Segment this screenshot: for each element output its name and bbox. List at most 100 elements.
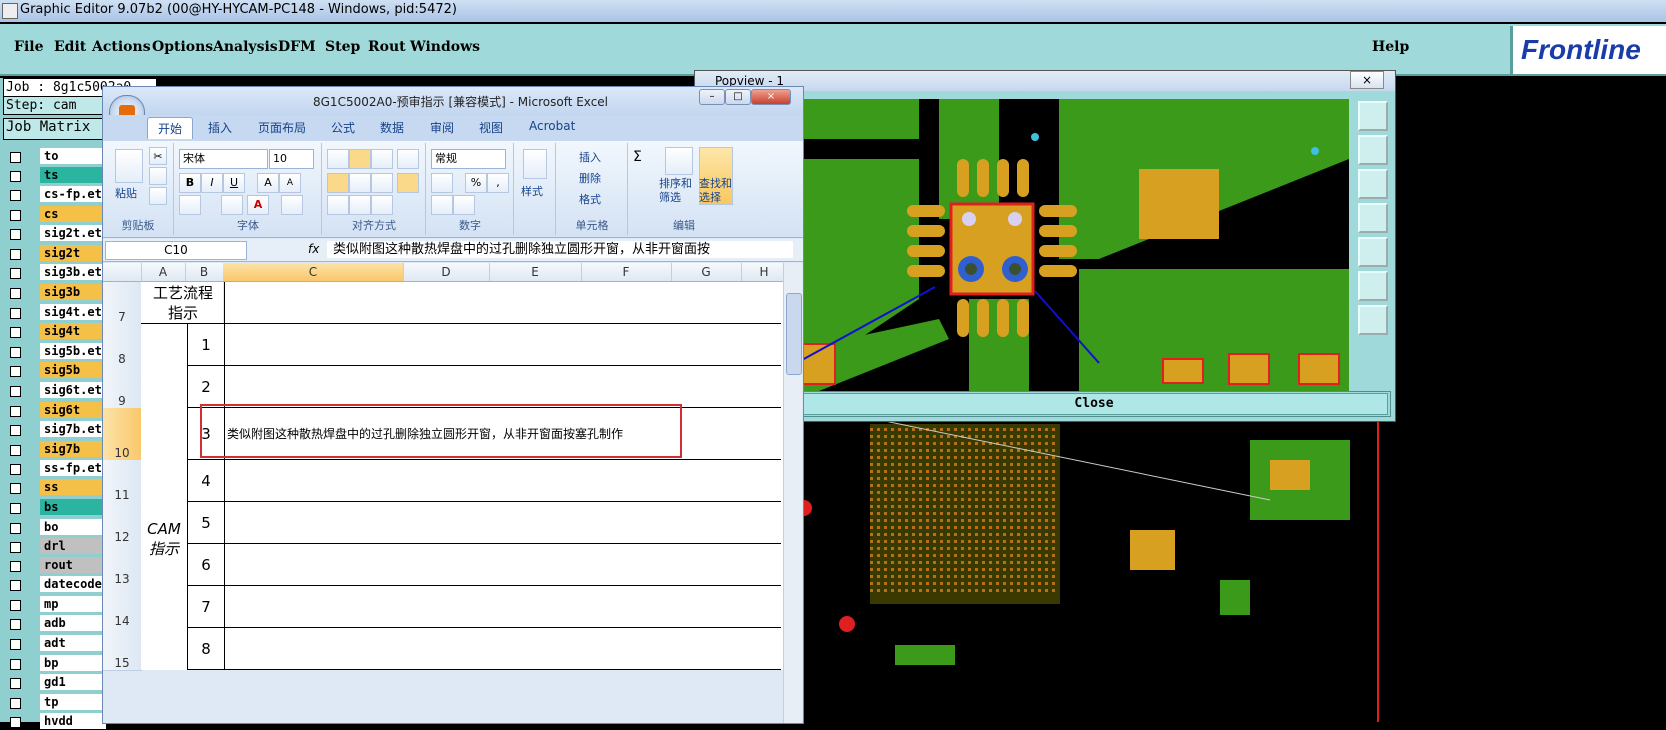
layer-checkbox[interactable] <box>10 599 21 611</box>
layer-checkbox[interactable] <box>10 697 21 709</box>
comma-button[interactable]: , <box>487 173 509 193</box>
layer-name[interactable]: bs <box>40 499 106 515</box>
layer-checkbox[interactable] <box>10 425 21 437</box>
column-header[interactable]: C <box>223 263 404 281</box>
layer-row[interactable]: ss-fp.etc <box>6 460 106 477</box>
layer-name[interactable]: gd1 <box>40 674 106 691</box>
layer-name[interactable]: tp <box>40 693 106 710</box>
layer-name[interactable]: adb <box>40 615 106 632</box>
tab-view[interactable]: 视图 <box>479 119 503 136</box>
layer-row[interactable]: adb <box>6 615 106 632</box>
layer-checkbox[interactable] <box>10 307 21 319</box>
layer-checkbox[interactable] <box>10 346 21 358</box>
pan-right-icon[interactable] <box>1358 237 1388 267</box>
layer-row[interactable]: gd1 <box>6 674 106 691</box>
menu-actions[interactable]: Actions <box>92 39 151 55</box>
layer-name[interactable]: sig5b <box>40 362 106 379</box>
layer-row[interactable]: sig3b.etc <box>6 264 106 281</box>
fill-color-icon[interactable] <box>221 195 243 215</box>
layer-name[interactable]: sig4t.etc <box>40 303 106 320</box>
tab-home[interactable]: 开始 <box>147 117 194 139</box>
layer-checkbox[interactable] <box>10 580 21 592</box>
layer-checkbox[interactable] <box>10 248 21 260</box>
zoom-out-icon[interactable] <box>1358 305 1388 335</box>
layer-name[interactable]: sig5b.etc <box>40 342 106 359</box>
cell-b[interactable]: 2 <box>187 366 224 408</box>
excel-minimize-button[interactable]: – <box>699 89 725 105</box>
layer-row[interactable]: sig6t <box>6 401 106 419</box>
column-header[interactable]: B <box>185 263 224 281</box>
layer-name[interactable]: rout <box>40 557 106 574</box>
layer-checkbox[interactable] <box>10 288 21 299</box>
layer-checkbox[interactable] <box>10 619 21 631</box>
layer-checkbox[interactable] <box>10 327 21 339</box>
cell-b[interactable]: 7 <box>187 586 224 628</box>
layer-checkbox[interactable] <box>10 639 21 650</box>
select-all-corner[interactable] <box>103 263 142 281</box>
column-header[interactable]: E <box>489 263 582 281</box>
orientation-icon[interactable] <box>371 195 393 215</box>
wrap-text-icon[interactable] <box>397 149 419 169</box>
layer-name[interactable]: sig6t.etc <box>40 382 106 398</box>
layer-name[interactable]: sig2t.etc <box>40 225 106 242</box>
menu-edit[interactable]: Edit <box>54 39 86 55</box>
layer-name[interactable]: bp <box>40 654 106 671</box>
grow-font-icon[interactable]: A <box>257 173 279 193</box>
layer-checkbox[interactable] <box>10 464 21 476</box>
cell-c[interactable] <box>224 324 783 366</box>
font-size-select[interactable]: 10 <box>269 149 314 169</box>
layer-name[interactable]: adt <box>40 635 106 651</box>
column-header[interactable]: G <box>671 263 742 281</box>
sort-filter-icon[interactable] <box>665 147 693 175</box>
row-header[interactable]: 7 <box>103 282 142 325</box>
cell-c[interactable] <box>224 282 783 324</box>
decrease-indent-icon[interactable] <box>327 195 349 215</box>
align-center-icon[interactable] <box>349 173 371 193</box>
menu-windows[interactable]: Windows <box>410 39 480 55</box>
menu-file[interactable]: File <box>14 39 43 55</box>
pan-up-icon[interactable] <box>1358 135 1388 165</box>
layer-name[interactable]: sig7b.etc <box>40 421 106 438</box>
layer-checkbox[interactable] <box>10 229 21 241</box>
layer-checkbox[interactable] <box>10 658 21 670</box>
layer-name[interactable]: ss <box>40 479 106 496</box>
menu-help[interactable]: Help <box>1372 39 1409 55</box>
format-painter-icon[interactable] <box>149 187 167 205</box>
layer-row[interactable]: adt <box>6 635 106 652</box>
tab-insert[interactable]: 插入 <box>208 119 232 136</box>
layer-row[interactable]: tp <box>6 693 106 711</box>
fx-icon[interactable]: fx <box>308 242 319 256</box>
name-box[interactable]: C10 <box>105 241 247 260</box>
cell-b[interactable]: 5 <box>187 502 224 544</box>
layer-row[interactable]: sig2t.etc <box>6 225 106 242</box>
tab-review[interactable]: 审阅 <box>430 119 454 136</box>
row-header[interactable]: 12 <box>103 502 142 545</box>
layer-name[interactable]: sig2t <box>40 244 106 261</box>
number-format-select[interactable]: 常规 <box>431 149 506 169</box>
align-top-icon[interactable] <box>327 149 349 169</box>
layer-checkbox[interactable] <box>10 386 21 397</box>
column-header[interactable]: D <box>403 263 490 281</box>
layer-checkbox[interactable] <box>10 522 21 534</box>
pan-down-icon[interactable] <box>1358 169 1388 199</box>
menu-analysis[interactable]: Analysis <box>213 39 278 55</box>
menu-options[interactable]: Options <box>152 39 213 55</box>
layer-name[interactable]: sig6t <box>40 401 106 418</box>
formula-input[interactable]: 类似附图这种散热焊盘中的过孔删除独立圆形开窗，从非开窗面按 <box>327 241 793 258</box>
layer-row[interactable]: cs-fp.etc <box>6 186 106 203</box>
styles-label[interactable]: 样式 <box>521 183 543 199</box>
layer-name[interactable]: cs <box>40 205 106 222</box>
tab-page-layout[interactable]: 页面布局 <box>258 119 306 136</box>
layer-row[interactable]: rout <box>6 557 106 574</box>
excel-maximize-button[interactable]: □ <box>725 89 751 105</box>
column-header[interactable]: A <box>141 263 186 281</box>
align-bottom-icon[interactable] <box>371 149 393 169</box>
bold-button[interactable]: B <box>179 173 201 193</box>
copy-icon[interactable] <box>149 167 167 185</box>
layer-row[interactable]: cs <box>6 205 106 223</box>
layer-row[interactable]: ts <box>6 167 106 184</box>
decrease-decimal-icon[interactable] <box>453 195 475 215</box>
layer-checkbox[interactable] <box>10 717 21 729</box>
layer-checkbox[interactable] <box>10 209 21 221</box>
insert-cells-button[interactable]: 插入 <box>579 149 601 165</box>
